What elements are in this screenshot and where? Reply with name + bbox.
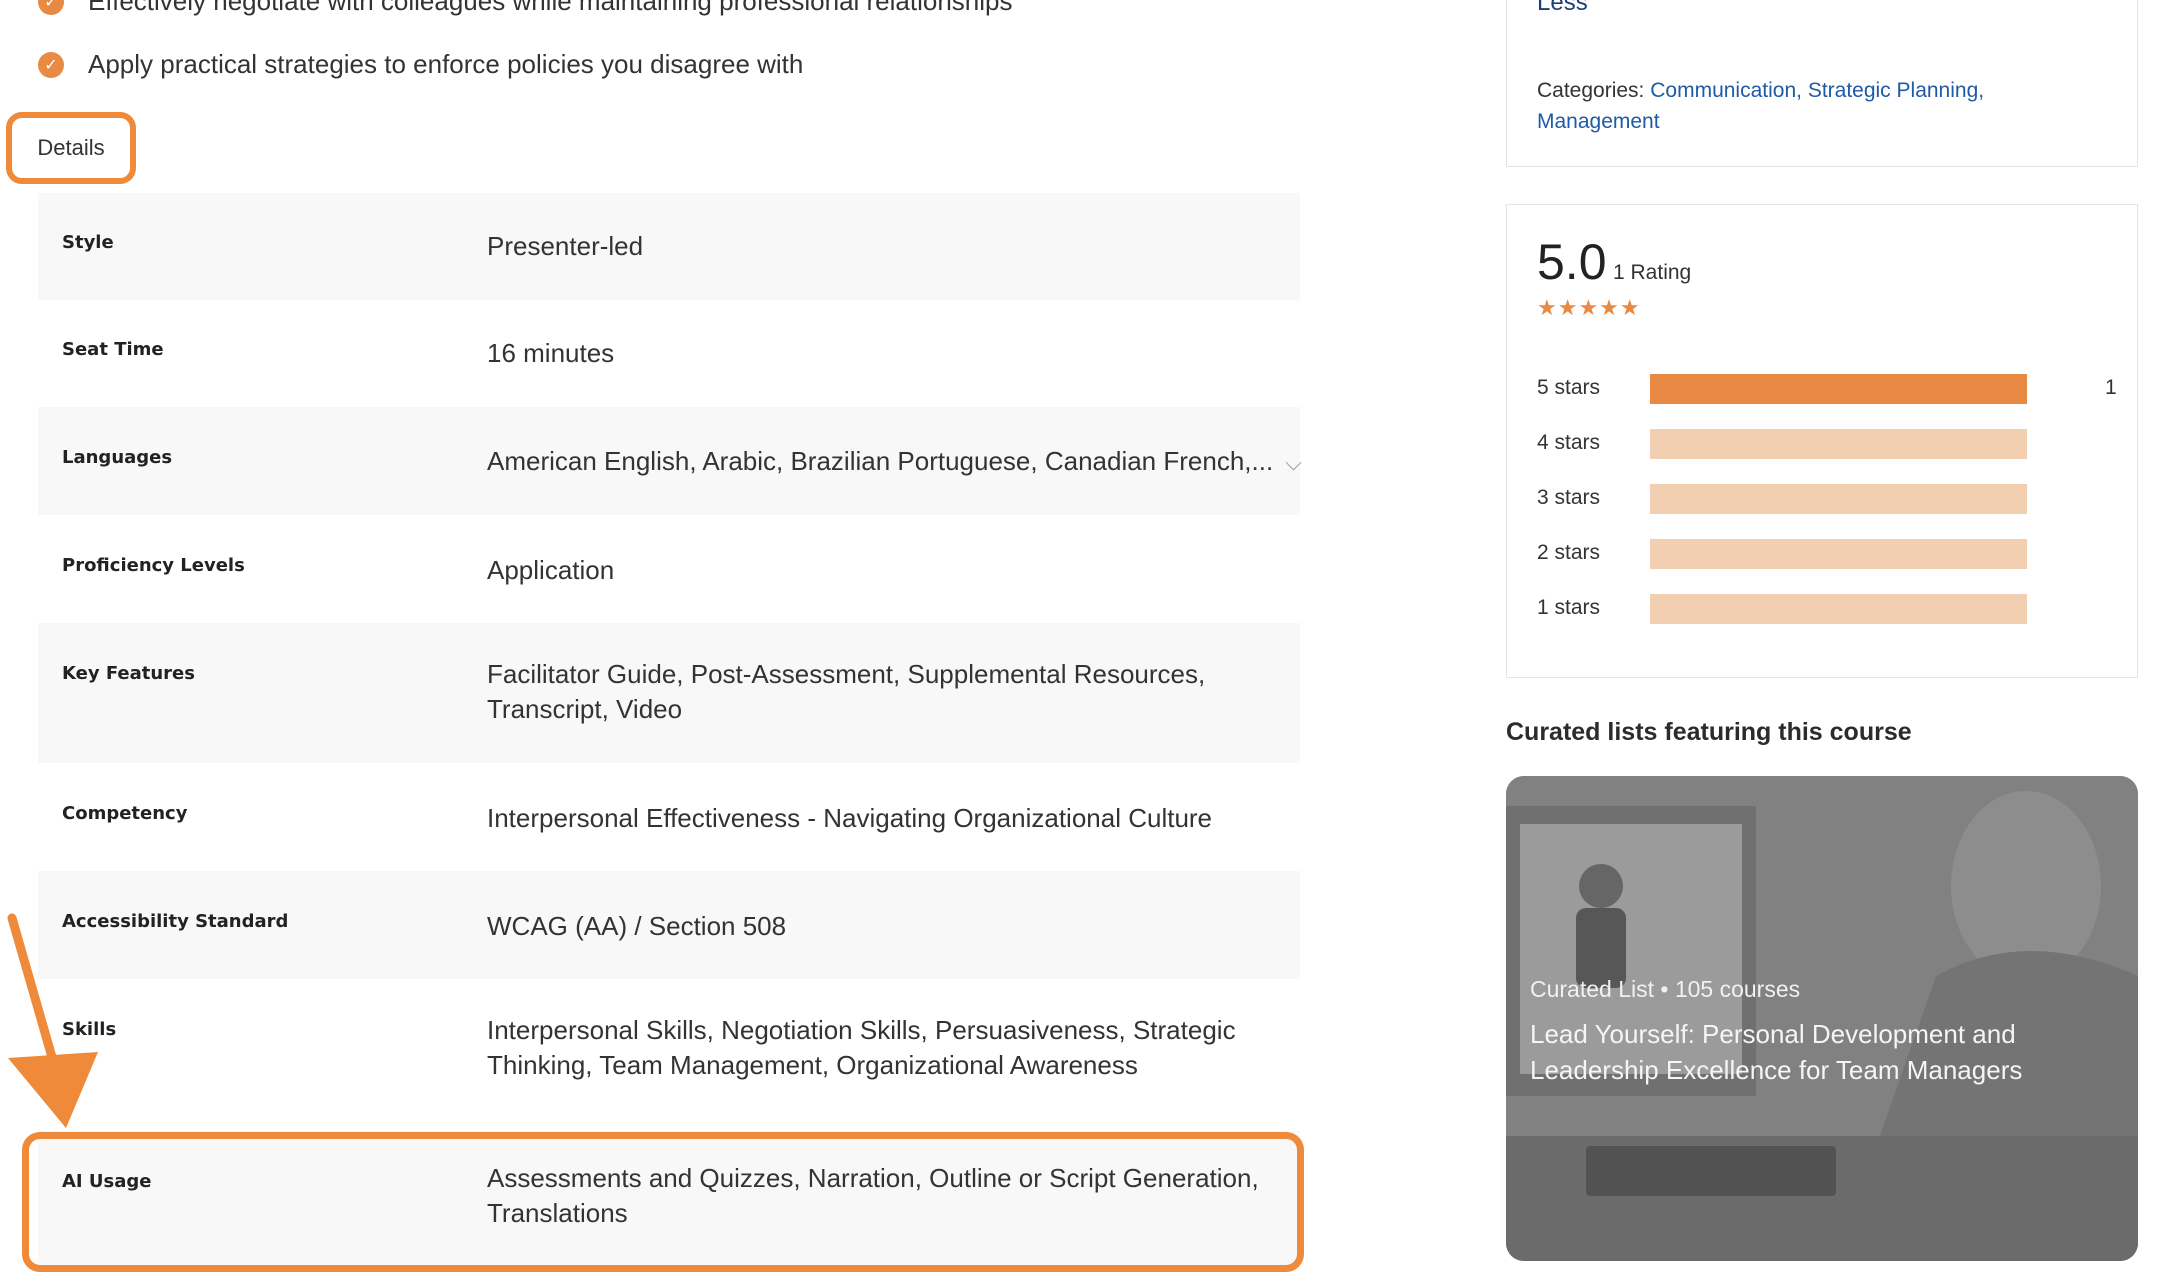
categories-label: Categories: <box>1537 79 1645 102</box>
objective-item: ✓ Apply practical strategies to enforce … <box>38 49 803 80</box>
details-label: Key Features <box>62 663 195 684</box>
histogram-row-1: 1 stars <box>1537 594 2117 626</box>
details-row-proficiency: Proficiency Levels Application <box>38 515 1300 623</box>
histogram-row-4: 4 stars <box>1537 429 2117 461</box>
histogram-label: 2 stars <box>1537 541 1601 564</box>
course-info-card: Less Categories: Communication, Strategi… <box>1506 0 2138 167</box>
details-row-languages[interactable]: Languages American English, Arabic, Braz… <box>38 407 1302 515</box>
histogram-row-3: 3 stars <box>1537 484 2117 516</box>
star-rating-icon: ★★★★★ <box>1537 295 1641 320</box>
histogram-label: 4 stars <box>1537 431 1601 454</box>
details-row-seat-time: Seat Time 16 minutes <box>38 300 1300 407</box>
curated-list-meta: Curated List • 105 courses <box>1530 976 1801 1002</box>
histogram-bar <box>1650 484 2027 514</box>
details-label: Proficiency Levels <box>62 555 245 576</box>
details-label: AI Usage <box>62 1171 152 1192</box>
histogram-bar <box>1650 539 2027 569</box>
objective-text: Apply practical strategies to enforce po… <box>88 49 804 79</box>
rating-count: 1 Rating <box>1613 261 1692 284</box>
histogram-count: 1 <box>2105 376 2117 399</box>
category-link-communication[interactable]: Communication, <box>1650 79 1802 102</box>
details-row-skills: Skills Interpersonal Skills, Negotiation… <box>38 979 1300 1119</box>
details-label: Style <box>62 232 114 253</box>
categories-line: Categories: Communication, Strategic Pla… <box>1537 75 2097 137</box>
details-value: 16 minutes <box>487 338 615 368</box>
tab-details-label: Details <box>37 135 105 160</box>
annotation-arrow-icon <box>7 913 98 1128</box>
objective-item: ✓ Effectively negotiate with colleagues … <box>38 0 1013 17</box>
rating-card: 5.0 1 Rating ★★★★★ 5 stars 1 4 stars 3 s… <box>1506 204 2138 678</box>
details-value: Interpersonal Effectiveness - Navigating… <box>487 803 1213 833</box>
histogram-bar <box>1650 374 2027 404</box>
details-value: Facilitator Guide, Post-Assessment, Supp… <box>487 659 1206 724</box>
histogram-label: 1 stars <box>1537 596 1601 619</box>
histogram-bar <box>1650 594 2027 624</box>
histogram-fill <box>1650 374 2027 404</box>
curated-list-card[interactable]: Curated List • 105 courses Lead Yourself… <box>1506 776 2138 1261</box>
details-row-ai-usage: AI Usage Assessments and Quizzes, Narrat… <box>38 1131 1300 1265</box>
curated-list-title: Lead Yourself: Personal Development and … <box>1530 1019 2023 1085</box>
histogram-bar <box>1650 429 2027 459</box>
check-circle-icon: ✓ <box>38 51 64 78</box>
category-link-management[interactable]: Management <box>1537 110 1660 133</box>
category-link-strategic-planning[interactable]: Strategic Planning, <box>1808 79 1984 102</box>
details-value: Presenter-led <box>487 231 644 261</box>
average-rating: 5.0 <box>1537 234 1607 290</box>
histogram-row-2: 2 stars <box>1537 539 2117 571</box>
languages-text: American English, Arabic, Brazilian Port… <box>487 446 1274 476</box>
details-value: WCAG (AA) / Section 508 <box>487 911 787 941</box>
histogram-row-5: 5 stars 1 <box>1537 374 2117 406</box>
details-row-style: Style Presenter-led <box>38 193 1300 300</box>
curated-lists-heading: Curated lists featuring this course <box>1506 718 1912 746</box>
details-label: Languages <box>62 447 173 468</box>
details-value: Assessments and Quizzes, Narration, Outl… <box>487 1163 1259 1228</box>
chevron-down-icon[interactable]: ⌵ <box>1285 445 1302 480</box>
details-row-competency: Competency Interpersonal Effectiveness -… <box>38 763 1300 871</box>
details-value: Application <box>487 555 615 585</box>
details-label: Seat Time <box>62 339 164 360</box>
details-value: American English, Arabic, Brazilian Port… <box>487 444 1302 480</box>
details-value: Interpersonal Skills, Negotiation Skills… <box>487 1015 1236 1080</box>
less-link[interactable]: Less <box>1537 0 1588 17</box>
details-row-key-features: Key Features Facilitator Guide, Post-Ass… <box>38 623 1300 763</box>
histogram-label: 3 stars <box>1537 486 1601 509</box>
details-label: Competency <box>62 803 188 824</box>
tab-details[interactable]: Details <box>6 112 136 184</box>
check-circle-icon: ✓ <box>38 0 64 15</box>
details-row-accessibility: Accessibility Standard WCAG (AA) / Secti… <box>38 871 1300 979</box>
objective-text: Effectively negotiate with colleagues wh… <box>88 0 1013 16</box>
histogram-label: 5 stars <box>1537 376 1601 399</box>
